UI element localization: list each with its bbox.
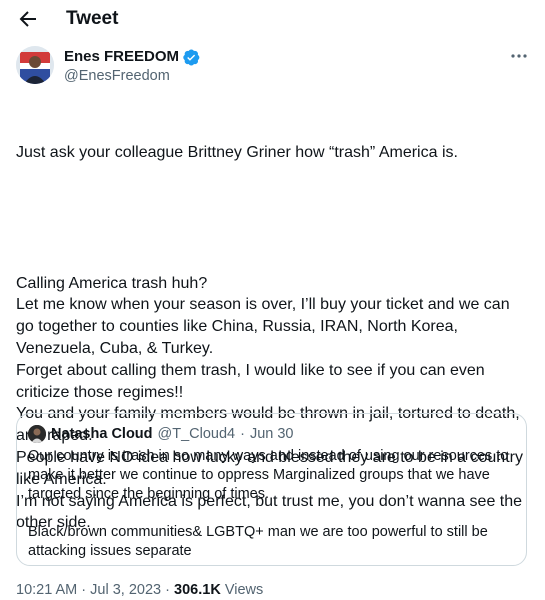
tweet-time[interactable]: 10:21 AM — [16, 582, 77, 598]
quoted-tweet-header: Natasha Cloud @T_Cloud4 · Jun 30 — [28, 424, 294, 444]
avatar-image — [16, 46, 54, 84]
author-handle[interactable]: @EnesFreedom — [64, 67, 170, 85]
quoted-tweet-text: Our country is trash in so many ways and… — [28, 447, 514, 561]
tweet-metadata: 10:21 AM · Jul 3, 2023 · 306.1K Views — [16, 580, 263, 600]
meta-separator: · — [81, 582, 87, 598]
quoted-paragraph: Black/brown communities& LGBTQ+ man we a… — [28, 524, 488, 559]
meta-separator: · — [240, 426, 245, 442]
views-count: 306.1K — [174, 582, 221, 598]
author-name-row: Enes FREEDOM — [64, 47, 200, 67]
author-name[interactable]: Enes FREEDOM — [64, 47, 179, 67]
quoted-author-avatar — [28, 425, 46, 443]
quoted-tweet-date: Jun 30 — [249, 426, 294, 442]
tweet-date[interactable]: Jul 3, 2023 — [90, 582, 161, 598]
quoted-author-name: Natasha Cloud — [51, 426, 153, 442]
views-label: Views — [224, 582, 264, 598]
arrow-left-icon[interactable] — [16, 7, 40, 31]
quoted-paragraph: Our country is trash in so many ways and… — [28, 448, 509, 502]
more-options-icon[interactable] — [509, 48, 529, 64]
author-avatar[interactable] — [16, 46, 54, 84]
top-bar: Tweet — [0, 0, 545, 40]
tweet-paragraph: Just ask your colleague Brittney Griner … — [16, 143, 458, 161]
meta-separator: · — [165, 582, 170, 598]
quoted-author-handle: @T_Cloud4 — [157, 426, 236, 442]
verified-badge-icon — [183, 48, 200, 66]
page-title: Tweet — [66, 8, 119, 29]
quoted-tweet-card[interactable]: Natasha Cloud @T_Cloud4 · Jun 30 Our cou… — [16, 413, 527, 566]
